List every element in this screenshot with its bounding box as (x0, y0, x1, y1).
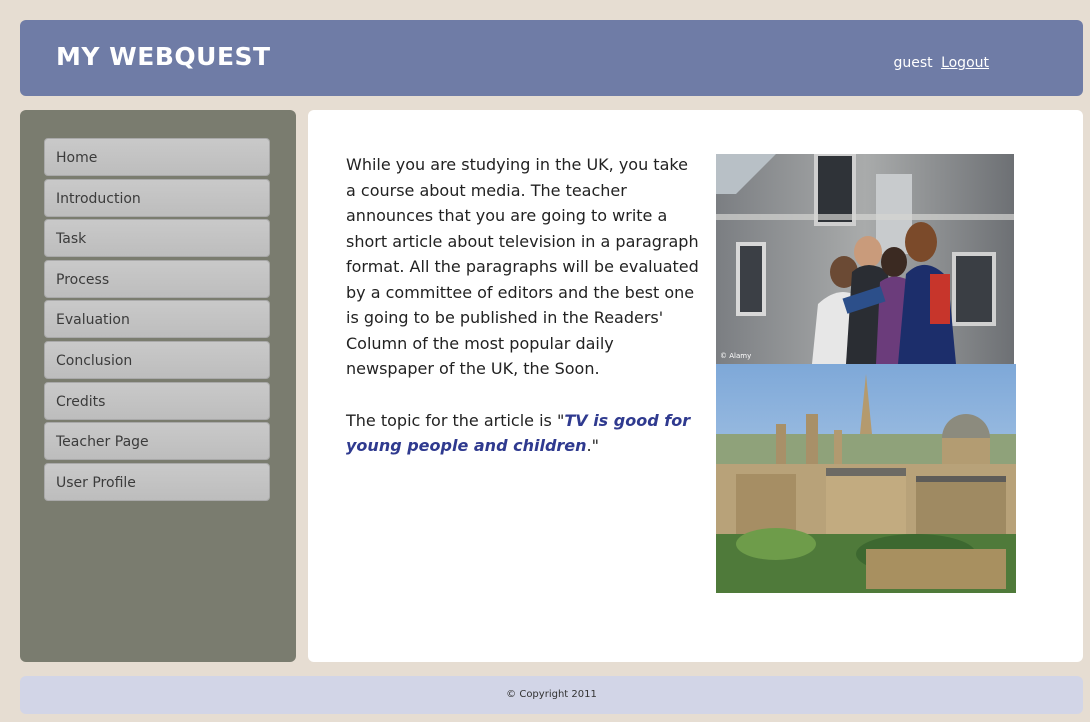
user-area: guest Logout (893, 55, 989, 71)
oxford-photo (716, 364, 1016, 593)
main-content: While you are studying in the UK, you ta… (308, 110, 1083, 662)
sidebar-nav: Home Introduction Task Process Evaluatio… (44, 138, 270, 503)
sidebar-item-process[interactable]: Process (44, 259, 270, 298)
topic-prefix: The topic for the article is " (346, 410, 565, 430)
footer: © Copyright 2011 (20, 676, 1083, 714)
topic-suffix: ." (586, 436, 599, 455)
header-bar: MY WEBQUEST guest Logout (20, 20, 1083, 96)
username: guest (893, 55, 933, 71)
sidebar-item-introduction[interactable]: Introduction (44, 178, 270, 217)
sidebar-item-conclusion[interactable]: Conclusion (44, 340, 270, 379)
sidebar-item-home[interactable]: Home (44, 138, 270, 176)
site-title: MY WEBQUEST (56, 42, 271, 71)
images-column: © Alamy (716, 154, 1016, 593)
sidebar: Home Introduction Task Process Evaluatio… (20, 110, 296, 662)
sidebar-item-teacher-page[interactable]: Teacher Page (44, 422, 270, 461)
intro-paragraph: While you are studying in the UK, you ta… (346, 155, 699, 378)
topic-paragraph: The topic for the article is "TV is good… (346, 408, 702, 459)
students-photo: © Alamy (716, 154, 1014, 364)
content-text: While you are studying in the UK, you ta… (346, 152, 702, 459)
copyright-text: © Copyright 2011 (506, 689, 597, 700)
sidebar-item-evaluation[interactable]: Evaluation (44, 300, 270, 339)
sidebar-item-user-profile[interactable]: User Profile (44, 462, 270, 501)
logout-link[interactable]: Logout (941, 55, 989, 71)
photo-credit: © Alamy (720, 352, 751, 360)
sidebar-item-credits[interactable]: Credits (44, 381, 270, 420)
sidebar-item-task[interactable]: Task (44, 219, 270, 258)
